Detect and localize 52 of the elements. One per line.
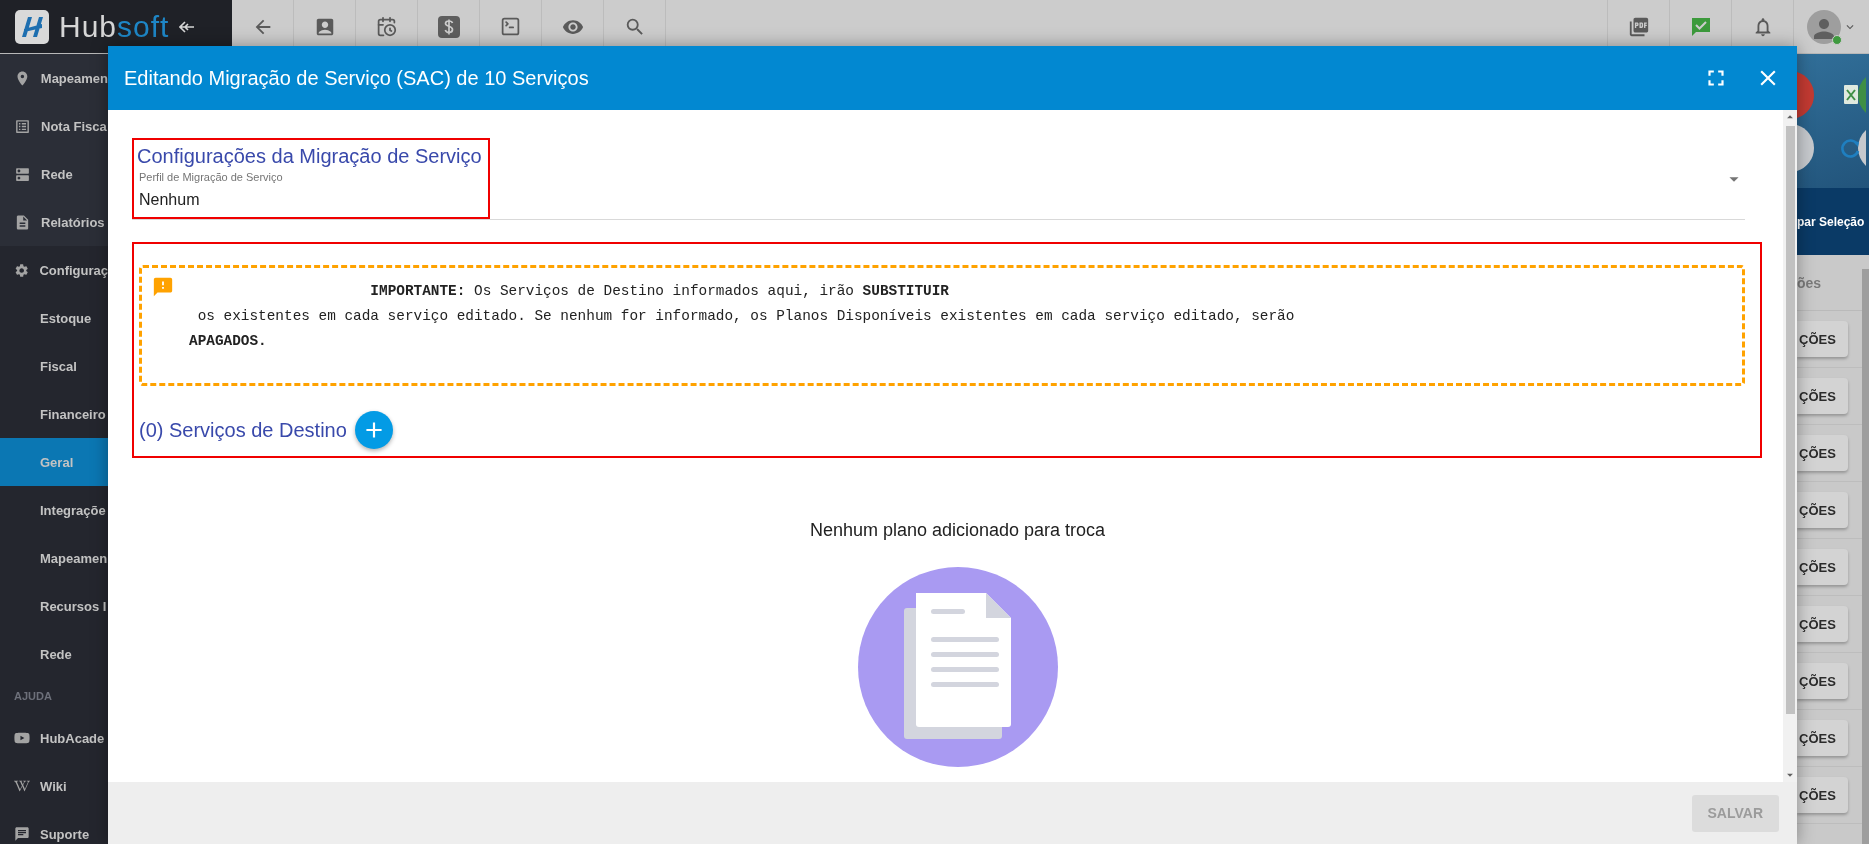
actions-button[interactable]: ÇÕES — [1797, 378, 1848, 414]
section-title: (0) Serviços de Destino — [139, 418, 347, 442]
collapse-menu-icon[interactable] — [179, 19, 196, 34]
actions-button[interactable]: ÇÕES — [1797, 663, 1848, 699]
logo-icon — [15, 9, 49, 44]
notice-text: IMPORTANTE: Os Serviços de Destino informados aqui, irão SUBSTITUIR os existentes em cada serviço editado. Se nenhum for informado, os Planos Disponíveis existentes em cada serviço editado, serão APAGADOS. — [189, 282, 1296, 351]
terminal-icon[interactable] — [500, 16, 521, 37]
actions-button[interactable]: ÇÕES — [1797, 549, 1848, 585]
actions-button[interactable]: ÇÕES — [1797, 777, 1848, 813]
sidebar-item[interactable]: Suporte — [0, 810, 108, 844]
chat-check-icon[interactable] — [1689, 15, 1712, 38]
menu-item-icon — [14, 778, 30, 794]
warning-icon — [152, 276, 174, 298]
brand-name: Hubsoft — [59, 9, 170, 44]
field-label: Perfil de Migração de Serviço — [139, 171, 284, 183]
menu-item-icon — [14, 730, 30, 746]
actions-button[interactable]: ÇÕES — [1797, 435, 1848, 471]
menu-item-icon — [14, 117, 31, 135]
section-heading: AJUDA — [0, 678, 108, 714]
column-header: ões — [1797, 274, 1822, 291]
sidebar-item[interactable]: Relatórios — [0, 198, 108, 246]
empty-message: Nenhum plano adicionado para troca — [809, 520, 1106, 541]
sidebar-subitem[interactable]: Rede — [0, 630, 108, 678]
select-value: Nenhum — [139, 191, 201, 209]
sidebar-subitem[interactable]: Financeiro — [0, 390, 108, 438]
profile-select[interactable]: Configurações da Migração de Serviço Perfil de Migração de Serviço Nenhum — [132, 138, 1745, 220]
section-title: Configurações da Migração de Serviço — [137, 144, 482, 169]
sidebar-subitem[interactable]: Recursos I — [0, 582, 108, 630]
sidebar-item[interactable]: Wiki — [0, 762, 108, 810]
sidebar-item[interactable]: Nota Fisca — [0, 102, 108, 150]
sidebar-item[interactable]: Configuraç — [0, 246, 108, 294]
dialog-title: Editando Migração de Serviço (SAC) de 10 Serviços — [124, 66, 590, 90]
add-button[interactable] — [354, 411, 393, 449]
sidebar-item[interactable]: HubAcade — [0, 714, 108, 762]
actions-button[interactable]: ÇÕES — [1797, 606, 1848, 642]
actions-button[interactable]: ÇÕES — [1797, 720, 1848, 756]
sidebar-item[interactable]: Mapeamen — [0, 54, 108, 102]
actions-button[interactable]: ÇÕES — [1797, 492, 1848, 528]
menu-item-icon — [14, 826, 30, 842]
menu-item-icon — [14, 165, 31, 183]
pdf-icon[interactable] — [1627, 15, 1650, 38]
dollar-icon[interactable] — [437, 15, 460, 38]
menu-item-icon — [14, 213, 31, 231]
sidebar-subitem[interactable]: Estoque — [0, 294, 108, 342]
sidebar-item[interactable]: Rede — [0, 150, 108, 198]
menu-item-icon — [14, 261, 30, 279]
sidebar-subitem[interactable]: Mapeamen — [0, 534, 108, 582]
calendar-clock-icon[interactable] — [376, 16, 397, 37]
sidebar-subitem[interactable]: Fiscal — [0, 342, 108, 390]
actions-button[interactable]: ÇÕES — [1797, 321, 1848, 357]
sidebar-subitem[interactable]: Integraçõe — [0, 486, 108, 534]
user-avatar[interactable] — [1806, 9, 1841, 44]
